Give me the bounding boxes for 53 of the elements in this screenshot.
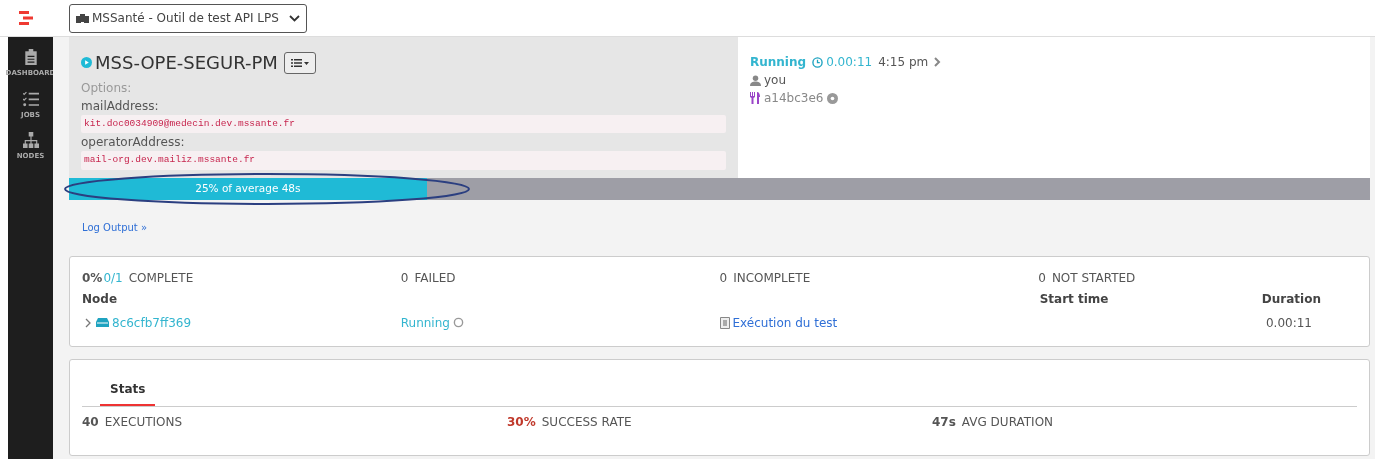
document-icon <box>719 316 730 329</box>
step-link[interactable]: Exécution du test <box>732 313 838 332</box>
chevron-right-icon[interactable] <box>934 57 942 67</box>
summary-label: FAILED <box>414 269 456 287</box>
actions-menu-button[interactable] <box>283 51 316 74</box>
count-value: 0 <box>1038 269 1046 287</box>
job-title: MSS-OPE-SEGUR-PM <box>95 51 278 75</box>
column-header: Node <box>82 291 117 306</box>
fork-knife-icon <box>750 92 761 104</box>
user-name: you <box>764 72 787 89</box>
user-icon <box>750 74 761 86</box>
count-value: 0 <box>719 269 728 287</box>
logo-icon[interactable] <box>19 11 33 25</box>
chevron-right-icon[interactable] <box>85 317 93 328</box>
option-name: mailAddress: <box>81 98 160 115</box>
column-header: Start time <box>1039 291 1109 306</box>
checklist-icon <box>22 90 39 107</box>
play-icon <box>81 57 92 68</box>
stat-value: 47s <box>932 413 956 431</box>
option-name: operatorAddress: <box>81 134 186 152</box>
status-text: Running <box>750 54 807 71</box>
stats-tab[interactable]: Stats <box>100 379 156 406</box>
stat-label: EXECUTIONS <box>104 413 183 431</box>
spinner-icon <box>452 317 464 328</box>
duration-value: 0.00:11 <box>1265 314 1312 332</box>
stat-value: 30% <box>507 413 536 431</box>
clipboard-icon <box>22 49 39 65</box>
circle-icon[interactable] <box>826 92 838 104</box>
column-header: Duration <box>1261 291 1321 306</box>
log-output-link[interactable]: Log Output » <box>82 221 148 233</box>
stat-label: AVG DURATION <box>961 413 1054 431</box>
stat-label: SUCCESS RATE <box>541 413 632 431</box>
percent-value: 0% <box>82 269 103 287</box>
fraction-value: 0/1 <box>103 269 123 287</box>
clock-icon <box>812 56 824 68</box>
chevron-down-icon <box>289 14 300 22</box>
summary-label: NOT STARTED <box>1051 269 1136 287</box>
execution-id: a14bc3e6 <box>764 90 824 107</box>
options-label: Options: <box>81 80 133 97</box>
boxes-icon <box>76 13 89 23</box>
start-time: 4:15 pm <box>878 54 929 71</box>
summary-label: INCOMPLETE <box>733 269 811 287</box>
node-status: Running <box>400 314 450 332</box>
sitemap-icon <box>22 132 39 148</box>
project-dropdown[interactable]: MSSanté - Outil de test API LPS <box>69 3 307 33</box>
elapsed-time: 0.00:11 <box>826 54 873 71</box>
stat-value: 40 <box>82 413 99 431</box>
summary-label: COMPLETE <box>128 269 194 287</box>
list-caret-icon <box>290 58 309 68</box>
server-icon <box>96 318 109 327</box>
option-value: mail-org.dev.mailiz.mssante.fr <box>81 151 726 170</box>
count-value: 0 <box>400 269 409 287</box>
option-value: kit.doc0034909@medecin.dev.mssante.fr <box>81 115 726 134</box>
